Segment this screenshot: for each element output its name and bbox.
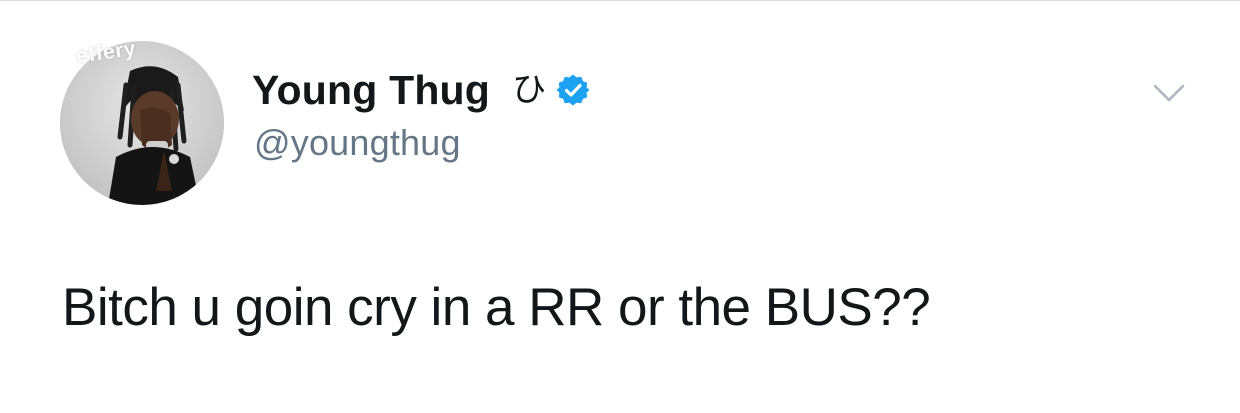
name-emoji: ひ [512, 70, 547, 110]
author-display-name[interactable]: Young Thug [252, 69, 490, 111]
verified-badge-icon [556, 74, 590, 106]
tweet-card: effery Young Thug ひ @youngthug Bitch u g… [0, 0, 1240, 413]
tweet-text: Bitch u goin cry in a RR or the BUS?? [62, 278, 931, 337]
author-name-row: Young Thug ひ [252, 67, 590, 113]
author-handle[interactable]: @youngthug [254, 125, 461, 161]
chevron-down-icon[interactable] [1152, 81, 1186, 105]
